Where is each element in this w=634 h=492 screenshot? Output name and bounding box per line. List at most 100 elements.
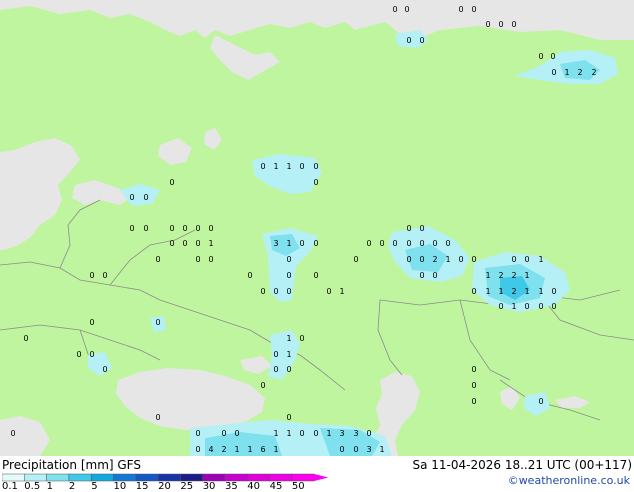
precip-value-label: 1 xyxy=(286,350,291,359)
precip-value-label: 2 xyxy=(498,271,503,280)
precip-value-label: 0 xyxy=(299,162,304,171)
legend-swatch xyxy=(135,473,159,482)
precip-value-label: 0 xyxy=(524,255,529,264)
precip-value-label: 0 xyxy=(195,429,200,438)
precip-value-label: 0 xyxy=(182,239,187,248)
precip-value-label: 0 xyxy=(498,302,503,311)
precip-value-label: 0 xyxy=(471,5,476,14)
precip-value-label: 0 xyxy=(471,365,476,374)
precip-value-label: 0 xyxy=(511,20,516,29)
precip-value-label: 2 xyxy=(511,271,516,280)
precipitation-map: 0 0 0 00 0 00 00 00 1 2 20 1 1 0 00 00 00 0 0 0 0 0 0 00 0 0 1 3 1 0 0… xyxy=(0,0,634,456)
precip-value-label: 0 xyxy=(23,334,28,343)
precip-value-label: 3 xyxy=(339,429,344,438)
precip-value-label: 3 xyxy=(273,239,278,248)
precip-value-label: 0 xyxy=(419,36,424,45)
precip-value-label: 0 xyxy=(313,239,318,248)
precip-value-label: 0 xyxy=(273,350,278,359)
precip-value-label: 0 xyxy=(551,302,556,311)
map-footer: Precipitation [mm] GFS Sa 11-04-2026 18.… xyxy=(0,456,634,492)
precip-value-label: 2 xyxy=(591,68,596,77)
precip-value-label: 0 xyxy=(129,224,134,233)
precip-value-label: 1 xyxy=(273,429,278,438)
legend-label: 15 xyxy=(135,481,149,492)
precip-value-label: 1 xyxy=(524,271,529,280)
precip-value-label: 4 xyxy=(208,445,213,454)
precip-value-label: 0 xyxy=(406,239,411,248)
legend-label: 10 xyxy=(113,481,127,492)
precip-value-label: 1 xyxy=(286,162,291,171)
precip-value-label: 0 xyxy=(299,334,304,343)
precip-value-label: 0 xyxy=(195,224,200,233)
precip-value-label: 2 xyxy=(221,445,226,454)
precip-value-label: 1 xyxy=(247,445,252,454)
precip-value-label: 0 xyxy=(286,271,291,280)
precip-value-label: 0 xyxy=(458,255,463,264)
legend-swatch xyxy=(46,473,70,482)
legend-swatch xyxy=(2,473,25,482)
precip-value-label: 1 xyxy=(564,68,569,77)
legend-label: 40 xyxy=(247,481,261,492)
precip-value-label: 0 xyxy=(406,224,411,233)
precip-value-label: 1 xyxy=(286,239,291,248)
legend-swatch xyxy=(269,473,293,482)
precip-value-label: 0 xyxy=(260,162,265,171)
precip-value-label: 0 xyxy=(155,255,160,264)
precip-value-label: 0 xyxy=(89,318,94,327)
precip-value-label: 0 xyxy=(286,255,291,264)
precip-value-label: 0 xyxy=(129,193,134,202)
precip-value-label: 0 xyxy=(538,52,543,61)
precip-value-label: 0 xyxy=(419,255,424,264)
precip-value-label: 0 xyxy=(155,413,160,422)
credit-link[interactable]: ©weatheronline.co.uk xyxy=(508,474,630,487)
legend-swatch xyxy=(180,473,203,482)
precip-value-label: 0 xyxy=(339,445,344,454)
precip-value-label: 0 xyxy=(419,239,424,248)
precip-value-label: 0 xyxy=(143,193,148,202)
precip-value-label: 0 xyxy=(260,287,265,296)
precip-value-label: 0 xyxy=(102,365,107,374)
precip-value-label: 0 xyxy=(299,429,304,438)
precip-value-label: 0 xyxy=(169,239,174,248)
precip-value-label: 1 xyxy=(339,287,344,296)
precip-value-label: 0 xyxy=(471,287,476,296)
precip-value-label: 0 xyxy=(419,224,424,233)
precip-value-label: 0 xyxy=(221,429,226,438)
legend-label: 50 xyxy=(291,481,305,492)
precip-value-label: 0 xyxy=(404,5,409,14)
precip-value-label: 1 xyxy=(485,271,490,280)
legend-swatch xyxy=(157,473,181,482)
legend-label: 35 xyxy=(225,481,238,492)
precip-value-label: 0 xyxy=(326,287,331,296)
precip-value-label: 0 xyxy=(313,178,318,187)
precip-value-label: 0 xyxy=(169,178,174,187)
precip-value-label: 0 xyxy=(247,271,252,280)
legend-swatch xyxy=(24,473,47,482)
legend-swatch xyxy=(113,473,137,482)
precip-value-label: 0 xyxy=(313,429,318,438)
precip-value-label: 0 xyxy=(406,255,411,264)
precip-value-label: 0 xyxy=(353,255,358,264)
precip-value-label: 2 xyxy=(577,68,582,77)
precip-value-label: 0 xyxy=(471,397,476,406)
map-title: Precipitation [mm] GFS xyxy=(2,458,141,472)
legend-label: 20 xyxy=(158,481,171,492)
precip-value-label: 0 xyxy=(208,255,213,264)
weather-map-frame: 0000000000001220110000000000000000013100… xyxy=(0,0,634,492)
precip-value-label: 6 xyxy=(260,445,265,454)
precip-value-label: 3 xyxy=(353,429,358,438)
precip-value-label: 0 xyxy=(485,20,490,29)
precip-value-label: 1 xyxy=(538,255,543,264)
precip-value-label: 0 xyxy=(366,239,371,248)
legend-label: 25 xyxy=(180,481,194,492)
legend-swatch xyxy=(291,473,315,482)
precip-value-label: 0 xyxy=(498,20,503,29)
precip-value-label: 0 xyxy=(182,224,187,233)
precip-value-label: 0 xyxy=(273,365,278,374)
legend-swatch xyxy=(90,473,114,482)
precip-value-label: 0 xyxy=(10,429,15,438)
precip-value-label: 1 xyxy=(445,255,450,264)
legend-swatch xyxy=(202,473,226,482)
legend-label: 45 xyxy=(269,481,283,492)
precip-value-label: 2 xyxy=(432,255,437,264)
